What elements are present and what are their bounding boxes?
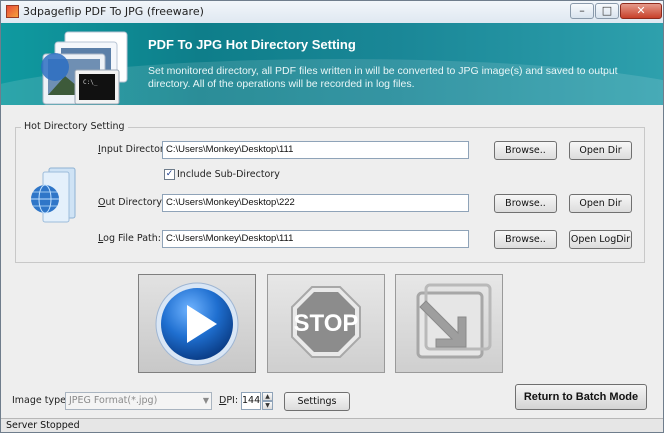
banner-description: Set monitored directory, all PDF files w… xyxy=(148,65,618,90)
close-button[interactable]: ✕ xyxy=(620,3,662,19)
out-directory-field[interactable]: C:\Users\Monkey\Desktop\222 xyxy=(162,194,469,212)
open-output-button[interactable] xyxy=(395,274,503,373)
stop-label: STOP xyxy=(294,310,359,337)
open-input-dir-button[interactable]: Open Dir xyxy=(569,141,632,160)
dpi-up-icon[interactable]: ▲ xyxy=(262,392,273,401)
stop-button[interactable]: STOP xyxy=(267,274,385,373)
image-type-label: Image type: xyxy=(12,395,70,406)
group-title: Hot Directory Setting xyxy=(21,121,128,132)
log-file-path-label: Log File Path: xyxy=(98,233,161,244)
document-stack-icon: C:\_ xyxy=(41,31,128,105)
browse-log-button[interactable]: Browse.. xyxy=(494,230,557,249)
open-out-dir-button[interactable]: Open Dir xyxy=(569,194,632,213)
image-type-select[interactable]: JPEG Format(*.jpg) ▼ xyxy=(65,392,212,410)
banner-title: PDF To JPG Hot Directory Setting xyxy=(148,37,356,52)
app-window: 3dpageflip PDF To JPG (freeware) – □ ✕ C… xyxy=(0,0,664,433)
play-icon xyxy=(155,282,239,366)
input-directory-field[interactable]: C:\Users\Monkey\Desktop\111 xyxy=(162,141,469,159)
return-to-batch-mode-button[interactable]: Return to Batch Mode xyxy=(515,384,647,410)
maximize-icon: □ xyxy=(601,4,613,17)
export-arrow-icon xyxy=(416,283,492,359)
dpi-down-icon[interactable]: ▼ xyxy=(262,401,273,410)
dpi-label: DPI: xyxy=(219,395,239,406)
close-icon: ✕ xyxy=(636,4,646,17)
browse-out-button[interactable]: Browse.. xyxy=(494,194,557,213)
image-type-value: JPEG Format(*.jpg) xyxy=(69,395,158,406)
minimize-icon: – xyxy=(579,4,585,17)
title-bar: 3dpageflip PDF To JPG (freeware) – □ ✕ xyxy=(1,1,663,24)
minimize-button[interactable]: – xyxy=(570,3,594,19)
globe-folder-icon xyxy=(31,167,76,223)
app-icon xyxy=(6,5,19,18)
dpi-field[interactable]: 144 xyxy=(241,392,261,410)
log-file-path-field[interactable]: C:\Users\Monkey\Desktop\111 xyxy=(162,230,469,248)
header-banner: C:\_ PDF To JPG Hot Directory Setting Se… xyxy=(1,23,663,105)
chevron-down-icon: ▼ xyxy=(202,396,209,405)
out-directory-label: Out Directory: xyxy=(98,197,165,208)
stop-sign-icon: STOP xyxy=(291,286,361,358)
maximize-button[interactable]: □ xyxy=(595,3,619,19)
input-directory-label: Input Directory: xyxy=(98,144,172,155)
browse-input-button[interactable]: Browse.. xyxy=(494,141,557,160)
open-log-dir-button[interactable]: Open LogDir xyxy=(569,230,632,249)
window-title: 3dpageflip PDF To JPG (freeware) xyxy=(23,5,204,18)
include-subdirectory-label: Include Sub-Directory xyxy=(177,169,280,180)
settings-button[interactable]: Settings xyxy=(284,392,350,411)
svg-text:C:\_: C:\_ xyxy=(83,79,98,86)
status-text: Server Stopped xyxy=(6,420,80,431)
include-subdirectory-checkbox[interactable]: ✓ xyxy=(164,169,175,180)
start-button[interactable] xyxy=(138,274,256,373)
status-bar: Server Stopped xyxy=(1,418,663,432)
